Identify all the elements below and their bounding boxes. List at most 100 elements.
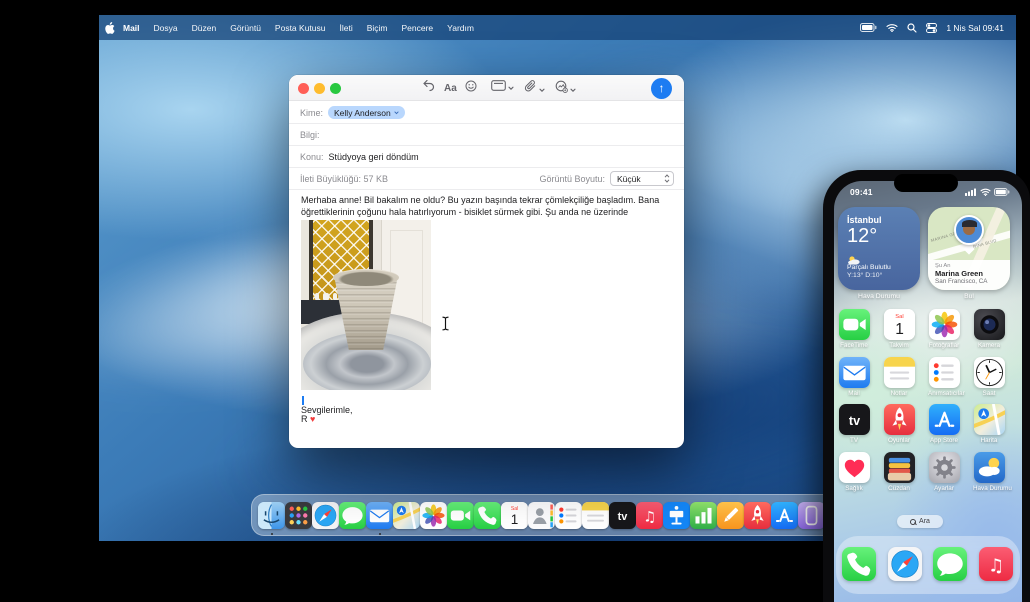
reminders-app-icon xyxy=(929,357,960,388)
iphone-app-notes[interactable]: Notlar xyxy=(883,357,915,397)
dock-item-keynote[interactable] xyxy=(663,494,690,536)
menu-item-düzen[interactable]: Düzen xyxy=(192,23,217,33)
subject-field[interactable]: Konu: Stüdyoya geri döndüm xyxy=(289,146,684,168)
zoom-button[interactable] xyxy=(330,83,341,94)
menu-app-name[interactable]: Mail xyxy=(123,23,140,33)
iphone-app-weatherapp[interactable]: Hava Durumu xyxy=(973,452,1005,492)
dock-item-contacts[interactable] xyxy=(528,494,555,536)
recipient-pill[interactable]: Kelly Anderson xyxy=(328,106,405,119)
iphone-app-maps[interactable]: Harita xyxy=(973,404,1005,444)
iphone-app-wallet[interactable]: Cüzdan xyxy=(883,452,915,492)
dock-item-calendar[interactable]: Sal1 xyxy=(501,494,528,536)
menu-item-pencere[interactable]: Pencere xyxy=(402,23,434,33)
dock-item-mirroring[interactable] xyxy=(798,494,825,536)
iphone-app-calendar[interactable]: Sal1Takvim xyxy=(883,309,915,349)
signature-initial: R xyxy=(301,414,308,424)
dock-item-launchpad[interactable] xyxy=(285,494,312,536)
memoji-avatar xyxy=(954,215,984,245)
partly-cloudy-icon xyxy=(847,252,911,262)
menu-clock[interactable]: 1 Nis Sal 09:41 xyxy=(946,23,1004,33)
music-app-icon: ♫ xyxy=(636,502,663,529)
iphone-app-reminders[interactable]: Anımsatıcılar xyxy=(928,357,960,397)
dock-item-reminders[interactable] xyxy=(555,494,582,536)
iphone-app-camera[interactable]: Kamera xyxy=(973,309,1005,349)
iphone-app-mail[interactable]: Mail xyxy=(838,357,870,397)
send-button[interactable]: ↑ xyxy=(651,78,672,99)
minimize-button[interactable] xyxy=(314,83,325,94)
cc-field[interactable]: Bilgi: xyxy=(289,124,684,146)
iphone-app-photos[interactable]: Fotoğraflar xyxy=(928,309,960,349)
dock-item-maps[interactable] xyxy=(393,494,420,536)
menu-item-posta-kutusu[interactable]: Posta Kutusu xyxy=(275,23,326,33)
image-size-select[interactable]: Küçük xyxy=(610,171,674,186)
iphone-app-settings[interactable]: Ayarlar xyxy=(928,452,960,492)
app-label: TV xyxy=(838,437,870,444)
insert-photo-icon[interactable] xyxy=(553,80,576,100)
iphone-app-health[interactable]: Sağlık xyxy=(838,452,870,492)
cc-label: Bilgi: xyxy=(300,130,320,140)
spotlight-search-pill[interactable]: Ara xyxy=(897,515,943,528)
iphone-app-appstore[interactable]: App Store xyxy=(928,404,960,444)
attach-icon[interactable] xyxy=(522,80,545,100)
iphone-app-tv[interactable]: tvTV xyxy=(838,404,870,444)
dock-item-games[interactable] xyxy=(744,494,771,536)
dock-item-messages[interactable] xyxy=(339,494,366,536)
dock-item-appstore[interactable] xyxy=(771,494,798,536)
iphone-dock-phone[interactable] xyxy=(842,547,876,581)
close-button[interactable] xyxy=(298,83,309,94)
stationery-icon[interactable] xyxy=(489,80,514,98)
menu-item-yardım[interactable]: Yardım xyxy=(447,23,474,33)
menu-item-biçim[interactable]: Biçim xyxy=(367,23,388,33)
control-center-icon[interactable] xyxy=(926,23,937,33)
svg-text:♫: ♫ xyxy=(643,509,656,525)
dock-item-notes[interactable] xyxy=(582,494,609,536)
dock-item-facetime[interactable] xyxy=(447,494,474,536)
iphone-dock: ♫ xyxy=(836,536,1020,594)
findmy-info-bar: Şu An Marina Green San Francisco, CA xyxy=(928,260,1010,290)
dock-item-numbers[interactable] xyxy=(690,494,717,536)
dock-item-music[interactable]: ♫ xyxy=(636,494,663,536)
dock-item-finder[interactable] xyxy=(258,494,285,536)
dock-item-photos[interactable] xyxy=(420,494,447,536)
wifi-icon[interactable] xyxy=(886,23,898,32)
weather-widget-label: Hava Durumu xyxy=(838,293,920,300)
iphone-dock-messages[interactable] xyxy=(933,547,967,581)
iphone-dock-safari[interactable] xyxy=(888,547,922,581)
iphone-app-facetime[interactable]: FaceTime xyxy=(838,309,870,349)
ibeam-cursor xyxy=(441,316,450,336)
findmy-location: San Francisco, CA xyxy=(935,278,1003,285)
emoji-icon[interactable] xyxy=(465,80,477,92)
window-titlebar[interactable]: Aa ↑ xyxy=(289,75,684,101)
apple-menu-icon[interactable] xyxy=(99,22,121,34)
photos-app-icon xyxy=(929,309,960,340)
dock-item-phone[interactable] xyxy=(474,494,501,536)
iphone-app-games[interactable]: Oyunlar xyxy=(883,404,915,444)
battery-icon[interactable] xyxy=(860,23,877,32)
findmy-widget[interactable]: MARINA GREEN DR MARINA BLVD Şu An Marina… xyxy=(928,207,1010,290)
app-label: Cüzdan xyxy=(883,485,915,492)
iphone-dock-music[interactable]: ♫ xyxy=(979,547,1013,581)
undo-icon[interactable] xyxy=(422,80,435,92)
app-label: Sağlık xyxy=(838,485,870,492)
weather-widget[interactable]: İstanbul 12° Parçalı Bulutlu Y:13° D:10° xyxy=(838,207,920,290)
email-signature[interactable]: R ♥ xyxy=(301,413,673,425)
attachment-photo-pottery[interactable] xyxy=(301,220,431,390)
menu-item-i̇leti[interactable]: İleti xyxy=(339,23,352,33)
phone-app-icon xyxy=(842,547,876,581)
notes-app-icon xyxy=(884,357,915,388)
dock-item-tv[interactable]: tv xyxy=(609,494,636,536)
chevron-down-icon xyxy=(394,111,399,115)
svg-text:Sal: Sal xyxy=(895,314,903,320)
search-icon[interactable] xyxy=(907,23,917,33)
dynamic-island xyxy=(894,174,958,192)
app-label: Ayarlar xyxy=(928,485,960,492)
dock-item-safari[interactable] xyxy=(312,494,339,536)
stepper-icon xyxy=(664,174,670,183)
format-button[interactable]: Aa xyxy=(444,81,457,97)
menu-item-dosya[interactable]: Dosya xyxy=(154,23,178,33)
dock-item-mail[interactable] xyxy=(366,494,393,536)
dock-item-pages[interactable] xyxy=(717,494,744,536)
iphone-app-clock[interactable]: Saat xyxy=(973,357,1005,397)
menu-item-görüntü[interactable]: Görüntü xyxy=(230,23,261,33)
to-field[interactable]: Kime: Kelly Anderson xyxy=(289,102,684,124)
